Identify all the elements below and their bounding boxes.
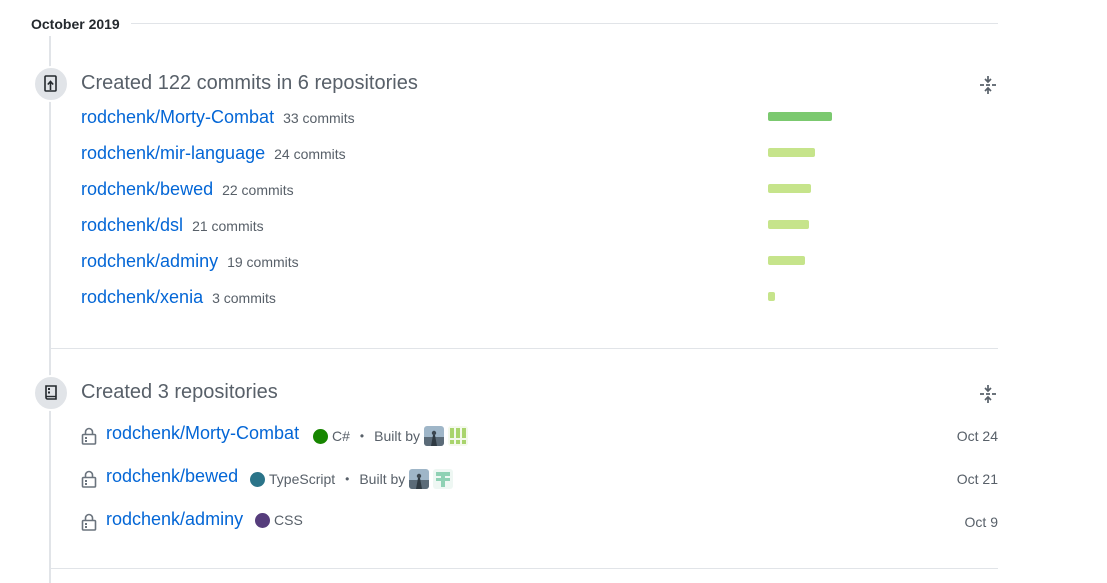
- repo-link[interactable]: rodchenk/xenia: [81, 287, 203, 308]
- repo-link[interactable]: rodchenk/Morty-Combat: [106, 423, 299, 444]
- repo-link[interactable]: rodchenk/bewed: [106, 466, 238, 487]
- language-label: C#: [332, 428, 350, 444]
- lock-icon: [81, 513, 97, 531]
- commit-progress-bar: [768, 220, 809, 229]
- month-divider: [131, 23, 998, 24]
- identicon-exclaim-avatar[interactable]: [448, 426, 469, 446]
- language-color-dot: [255, 512, 270, 528]
- repo-link[interactable]: rodchenk/adminy: [81, 251, 218, 272]
- repo-meta: CSS: [255, 512, 303, 528]
- commit-count-link[interactable]: 24 commits: [274, 146, 346, 162]
- fold-icon[interactable]: [978, 384, 998, 404]
- repo-meta: TypeScript • Built by: [250, 469, 454, 489]
- commit-row: rodchenk/mir-language 24 commits: [81, 143, 346, 167]
- section-divider: [51, 348, 998, 349]
- separator-dot: •: [345, 472, 350, 486]
- built-by-label: Built by: [374, 428, 421, 444]
- built-by-label: Built by: [359, 471, 406, 487]
- repo-link[interactable]: rodchenk/Morty-Combat: [81, 107, 274, 128]
- language-color-dot: [250, 471, 265, 487]
- language-color-dot: [313, 428, 328, 444]
- timeline-line: [49, 36, 51, 583]
- commit-row: rodchenk/dsl 21 commits: [81, 215, 264, 239]
- repo-created-date: Oct 9: [964, 514, 998, 530]
- commit-row: rodchenk/xenia 3 commits: [81, 287, 276, 311]
- month-label: October 2019: [31, 16, 130, 32]
- section-divider: [51, 568, 998, 569]
- created-repo-row: rodchenk/bewed TypeScript • Built by Oct 21: [81, 466, 998, 492]
- commit-progress-bar: [768, 292, 775, 301]
- repo-link[interactable]: rodchenk/dsl: [81, 215, 183, 236]
- commit-row: rodchenk/bewed 22 commits: [81, 179, 294, 203]
- user-avatar[interactable]: [424, 426, 445, 446]
- month-header: October 2019: [31, 14, 998, 34]
- commits-section-title: Created 122 commits in 6 repositories: [81, 72, 418, 94]
- commit-progress-bar: [768, 112, 832, 121]
- language-label: TypeScript: [269, 471, 336, 487]
- repo-created-date: Oct 24: [956, 428, 998, 444]
- created-repo-row: rodchenk/adminy CSS Oct 9: [81, 509, 998, 535]
- repo-icon: [33, 375, 69, 411]
- commit-count-link[interactable]: 3 commits: [212, 290, 276, 306]
- identicon-cross-avatar[interactable]: [433, 469, 454, 489]
- commit-row: rodchenk/Morty-Combat 33 commits: [81, 107, 355, 131]
- repo-meta: C# • Built by: [313, 426, 469, 446]
- commit-progress-bar: [768, 256, 805, 265]
- repo-push-icon: [33, 66, 69, 102]
- repo-link[interactable]: rodchenk/bewed: [81, 179, 213, 200]
- fold-icon[interactable]: [978, 75, 998, 95]
- repo-created-date: Oct 21: [956, 471, 998, 487]
- commit-row: rodchenk/adminy 19 commits: [81, 251, 299, 275]
- created-repo-row: rodchenk/Morty-Combat C# • Built by Oct 24: [81, 423, 998, 449]
- repo-link[interactable]: rodchenk/adminy: [106, 509, 243, 530]
- separator-dot: •: [359, 429, 365, 443]
- language-label: CSS: [274, 512, 303, 528]
- user-avatar[interactable]: [409, 469, 430, 489]
- repos-section-title: Created 3 repositories: [81, 381, 278, 403]
- commit-progress-bar: [768, 184, 811, 193]
- commit-count-link[interactable]: 21 commits: [192, 218, 264, 234]
- lock-icon: [81, 427, 97, 445]
- commit-count-link[interactable]: 19 commits: [227, 254, 299, 270]
- commit-count-link[interactable]: 22 commits: [222, 182, 294, 198]
- commit-progress-bar: [768, 148, 815, 157]
- repo-link[interactable]: rodchenk/mir-language: [81, 143, 265, 164]
- lock-icon: [81, 470, 97, 488]
- commit-count-link[interactable]: 33 commits: [283, 110, 355, 126]
